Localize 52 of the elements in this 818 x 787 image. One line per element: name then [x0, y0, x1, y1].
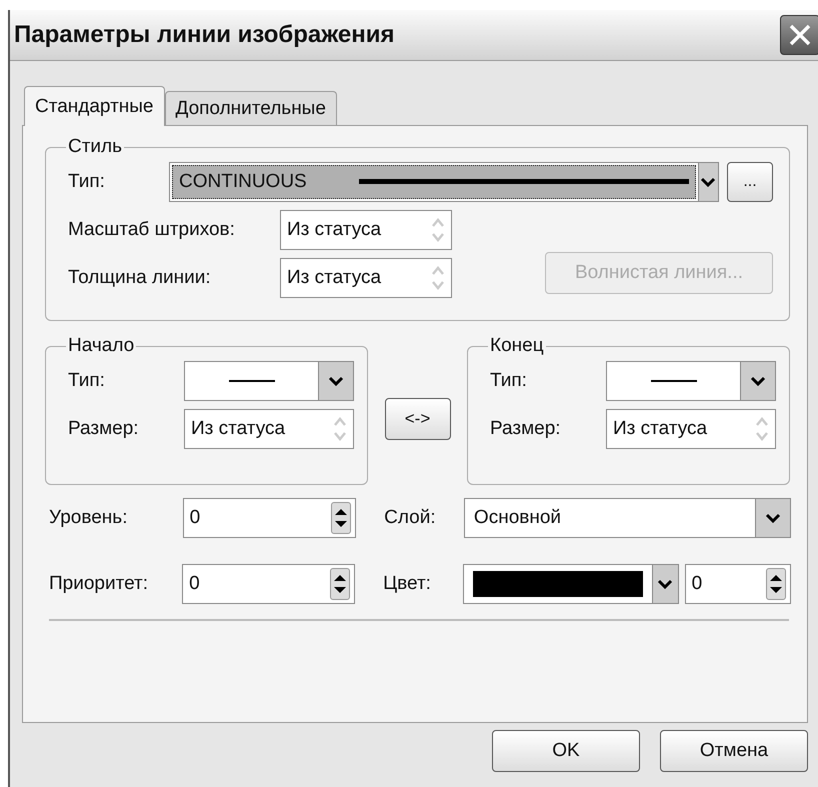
group-title: Стиль: [67, 136, 124, 158]
field-label: Размер:: [68, 418, 140, 440]
line-type-dropdown[interactable]: CONTINUOUS: [169, 162, 719, 202]
chevron-icon: [698, 163, 718, 201]
line-sample-icon: [358, 178, 689, 186]
spin-field[interactable]: Из статуса: [280, 210, 452, 250]
dropdown-value: CONTINUOUS: [179, 171, 307, 193]
field-value: Из статуса: [191, 418, 286, 440]
layer-dropdown[interactable]: Основной: [464, 498, 791, 538]
field-label: Цвет:: [383, 573, 432, 595]
field-label: Тип:: [68, 370, 106, 392]
spin-field[interactable]: 0: [182, 564, 356, 604]
spin-field[interactable]: 0: [182, 498, 356, 538]
spin-field[interactable]: Из статуса: [280, 258, 452, 298]
tab[interactable]: Дополнительные: [164, 91, 337, 125]
chevron-icon: [740, 362, 775, 400]
chevron-icon: [652, 565, 678, 603]
dialog-button[interactable]: OK: [492, 730, 640, 772]
browse-button[interactable]: ...: [727, 162, 773, 202]
spin-field[interactable]: 0: [684, 564, 791, 604]
close-icon: [787, 22, 813, 48]
field-value: Из статуса: [287, 219, 382, 241]
chevron-icon: [755, 499, 790, 537]
group-title: Конец: [489, 335, 545, 357]
field-label: Толщина линии:: [68, 267, 212, 289]
tab[interactable]: Стандартные: [24, 86, 164, 126]
field-label: Слой:: [384, 507, 437, 529]
line-end-dropdown[interactable]: [184, 361, 354, 401]
close-button[interactable]: [780, 15, 818, 55]
color-dropdown[interactable]: [462, 564, 679, 604]
spin-field[interactable]: Из статуса: [606, 409, 776, 449]
field-value: 0: [189, 573, 201, 595]
dropdown-value: Основной: [474, 507, 562, 529]
spin-field[interactable]: Из статуса: [184, 409, 354, 449]
field-label: Тип:: [490, 370, 528, 392]
field-label: Размер:: [490, 418, 562, 440]
swap-button[interactable]: <->: [384, 398, 450, 440]
chevron-icon: [318, 362, 353, 400]
line-sample-icon: [650, 379, 696, 383]
field-value: 0: [692, 573, 704, 595]
field-value: Из статуса: [287, 267, 382, 289]
window-title: Параметры линии изображения: [14, 21, 395, 49]
field-value: Из статуса: [613, 418, 708, 440]
field-label: Уровень:: [49, 507, 128, 529]
field-label: Масштаб штрихов:: [68, 219, 236, 241]
line-sample-icon: [228, 379, 274, 383]
line-end-dropdown[interactable]: [606, 361, 776, 401]
field-label: Приоритет:: [49, 573, 149, 595]
dialog-button[interactable]: Отмена: [660, 730, 808, 772]
field-value: 0: [190, 507, 202, 529]
field-label: Тип:: [68, 171, 106, 193]
group-title: Начало: [67, 335, 136, 357]
